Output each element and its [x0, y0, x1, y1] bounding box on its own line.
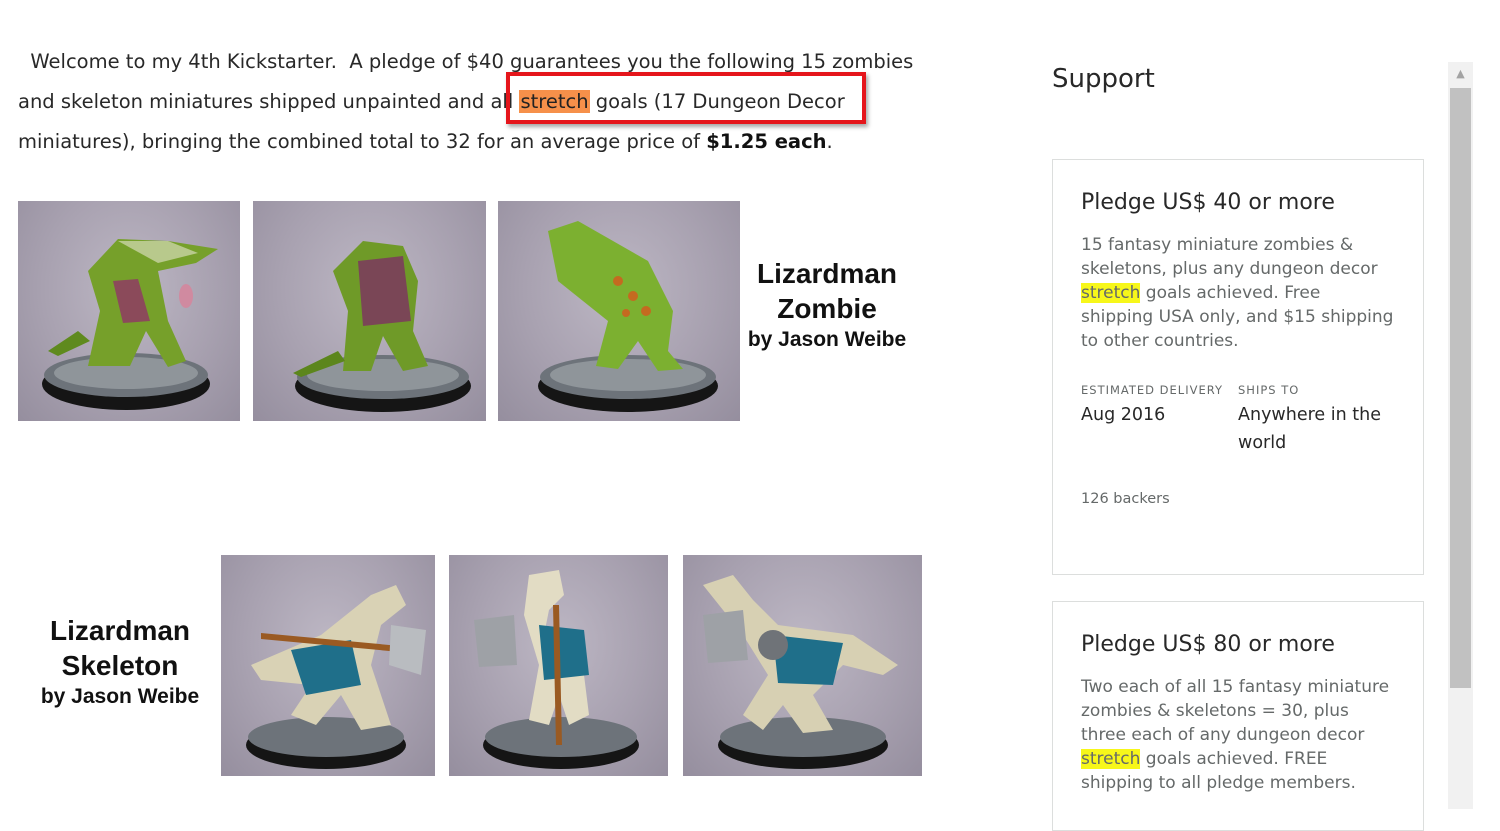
- zombie-photo-back: [498, 201, 740, 421]
- search-highlight: stretch: [1081, 283, 1141, 303]
- zombie-photo-side: [253, 201, 486, 421]
- scroll-up-arrow-icon[interactable]: ▲: [1448, 62, 1473, 86]
- red-callout-box: [506, 72, 866, 124]
- reward-card-40[interactable]: Pledge US$ 40 or more 15 fantasy miniatu…: [1052, 159, 1424, 575]
- skeleton-photo-front: [449, 555, 668, 776]
- vertical-scrollbar[interactable]: ▲: [1448, 62, 1473, 809]
- zombie-photo-front: [18, 201, 240, 421]
- skeleton-photo-side: [221, 555, 435, 776]
- skeleton-photo-back: [683, 555, 922, 776]
- reward-title: Pledge US$ 80 or more: [1081, 632, 1335, 657]
- estimated-delivery: ESTIMATED DELIVERY Aug 2016: [1081, 383, 1224, 425]
- reward-title: Pledge US$ 40 or more: [1081, 190, 1335, 215]
- reward-description: Two each of all 15 fantasy miniature zom…: [1081, 677, 1390, 793]
- scrollbar-thumb[interactable]: [1450, 88, 1471, 688]
- search-highlight: stretch: [1081, 749, 1141, 769]
- skeleton-caption: Lizardman Skeleton by Jason Weibe: [40, 615, 200, 708]
- backer-count: 126 backers: [1081, 491, 1170, 507]
- ships-to: SHIPS TO Anywhere in the world: [1238, 383, 1381, 453]
- support-heading: Support: [1052, 64, 1155, 94]
- reward-card-80[interactable]: Pledge US$ 80 or more Two each of all 15…: [1052, 601, 1424, 831]
- average-price: $1.25 each: [706, 130, 827, 153]
- reward-description: 15 fantasy miniature zombies & skeletons…: [1081, 235, 1394, 351]
- reward-meta: ESTIMATED DELIVERY Aug 2016 SHIPS TO Any…: [1081, 383, 1395, 457]
- zombie-caption: Lizardman Zombie by Jason Weibe: [747, 258, 907, 351]
